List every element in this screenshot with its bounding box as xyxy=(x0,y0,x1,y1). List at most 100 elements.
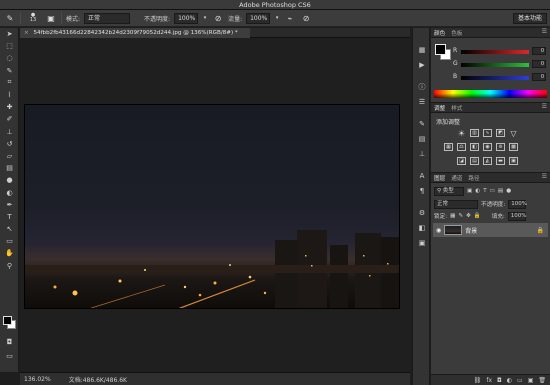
type-tool-icon[interactable]: T xyxy=(0,211,19,223)
panel-menu-icon[interactable]: ☰ xyxy=(542,103,547,110)
brush-presets-panel-icon[interactable]: ▤ xyxy=(413,133,431,145)
filter-toggle-icon[interactable]: ● xyxy=(506,188,511,194)
document-tab[interactable]: × 54fbb2fb43166d22842342b24d2309f79052d2… xyxy=(20,28,250,38)
document-size-info[interactable]: 文档:486.6K/486.6K xyxy=(69,375,127,384)
layer-style-icon[interactable]: fx xyxy=(486,377,492,384)
history-brush-tool-icon[interactable]: ↺ xyxy=(0,138,19,150)
levels-icon[interactable]: ▥ xyxy=(470,129,479,137)
lock-pixels-icon[interactable]: ✎ xyxy=(458,213,463,219)
tab-swatches[interactable]: 色板 xyxy=(451,29,462,37)
delete-layer-icon[interactable]: 🗑 xyxy=(538,377,546,384)
foreground-color-swatch[interactable] xyxy=(3,316,12,325)
opacity-input[interactable]: 100% xyxy=(174,12,199,24)
gradient-tool-icon[interactable]: ▤ xyxy=(0,162,19,174)
workspace-switcher[interactable]: 基本功能 xyxy=(512,13,547,24)
airbrush-icon[interactable]: ⌁ xyxy=(284,13,296,24)
blend-mode-select[interactable]: 正常 xyxy=(434,199,478,209)
properties-panel-icon[interactable]: ☰ xyxy=(413,96,431,108)
brush-tool-icon[interactable]: ✐ xyxy=(0,113,19,125)
fill-input[interactable]: 100% xyxy=(507,211,527,221)
crop-tool-icon[interactable]: ⌗ xyxy=(0,77,19,89)
healing-brush-tool-icon[interactable]: ✚ xyxy=(0,101,19,113)
paragraph-panel-icon[interactable]: ¶ xyxy=(413,185,431,197)
close-tab-icon[interactable]: × xyxy=(24,30,29,36)
info-panel-icon[interactable]: ⓘ xyxy=(413,81,431,93)
green-slider[interactable] xyxy=(461,63,529,67)
tab-channels[interactable]: 通道 xyxy=(451,174,462,182)
character-panel-icon[interactable]: A xyxy=(413,170,431,182)
clone-stamp-tool-icon[interactable]: ⊥ xyxy=(0,126,19,138)
eyedropper-tool-icon[interactable]: ⌇ xyxy=(0,89,19,101)
new-group-icon[interactable]: ▭ xyxy=(517,377,523,384)
3d-panel-icon[interactable]: ▣ xyxy=(413,237,431,249)
zoom-level[interactable]: 136.02% xyxy=(24,376,51,383)
zoom-tool-icon[interactable]: ⚲ xyxy=(0,260,19,272)
flow-input[interactable]: 100% xyxy=(246,12,271,24)
dodge-tool-icon[interactable]: ◐ xyxy=(0,186,19,198)
quick-select-tool-icon[interactable]: ✎ xyxy=(0,65,19,77)
layer-opacity-input[interactable]: 100% xyxy=(508,199,527,209)
curves-icon[interactable]: ∿ xyxy=(483,129,492,137)
color-spectrum-ramp[interactable] xyxy=(434,90,547,98)
flow-dropdown-icon[interactable]: ▾ xyxy=(274,13,280,24)
photo-filter-icon[interactable]: ◉ xyxy=(483,143,492,151)
pressure-opacity-icon[interactable]: ⊘ xyxy=(212,13,224,24)
tool-presets-panel-icon[interactable]: ⚙ xyxy=(413,207,431,219)
new-layer-icon[interactable]: ▣ xyxy=(528,377,534,384)
threshold-icon[interactable]: ◭ xyxy=(483,157,492,165)
lock-all-icon[interactable]: 🔒 xyxy=(474,213,481,219)
layer-name[interactable]: 背景 xyxy=(465,226,477,235)
clone-source-panel-icon[interactable]: ⊥ xyxy=(413,148,431,160)
blue-value-input[interactable]: 0 xyxy=(532,73,546,81)
panel-menu-icon[interactable]: ☰ xyxy=(542,28,547,35)
history-panel-icon[interactable]: ▦ xyxy=(413,44,431,56)
shape-tool-icon[interactable]: ▭ xyxy=(0,235,19,247)
visibility-eye-icon[interactable]: ◉ xyxy=(436,227,441,234)
path-select-tool-icon[interactable]: ↖ xyxy=(0,223,19,235)
link-layers-icon[interactable]: ⛓ xyxy=(474,377,482,384)
quick-mask-icon[interactable]: ◘ xyxy=(0,336,19,348)
canvas-area[interactable] xyxy=(20,38,410,372)
channel-mixer-icon[interactable]: ⊚ xyxy=(496,143,505,151)
color-balance-icon[interactable]: ⚖ xyxy=(457,143,466,151)
brush-panel-toggle-icon[interactable]: ▣ xyxy=(45,13,57,24)
marquee-tool-icon[interactable]: ⬚ xyxy=(0,40,19,52)
panel-menu-icon[interactable]: ☰ xyxy=(542,173,547,180)
exposure-icon[interactable]: ◩ xyxy=(496,129,505,137)
hue-saturation-icon[interactable]: ▦ xyxy=(444,143,453,151)
filter-adjustment-icon[interactable]: ◐ xyxy=(475,188,480,194)
layer-comps-panel-icon[interactable]: ◧ xyxy=(413,222,431,234)
selective-color-icon[interactable]: ▣ xyxy=(509,157,518,165)
brush-preset-icon[interactable]: ✎ xyxy=(4,13,16,24)
vibrance-icon[interactable]: ▽ xyxy=(509,129,518,138)
move-tool-icon[interactable]: ➤ xyxy=(0,28,19,40)
mode-select[interactable]: 正常 xyxy=(84,12,131,24)
brush-panel-icon[interactable]: ✎ xyxy=(413,118,431,130)
green-value-input[interactable]: 0 xyxy=(532,60,546,68)
invert-icon[interactable]: ◪ xyxy=(457,157,466,165)
panel-foreground-swatch[interactable] xyxy=(435,44,446,55)
tab-adjustments[interactable]: 调整 xyxy=(434,104,445,112)
screen-mode-icon[interactable]: ▭ xyxy=(0,350,19,362)
eraser-tool-icon[interactable]: ▱ xyxy=(0,150,19,162)
blur-tool-icon[interactable]: ● xyxy=(0,174,19,186)
blue-slider[interactable] xyxy=(461,76,529,80)
lasso-tool-icon[interactable]: ◌ xyxy=(0,52,19,64)
filter-type-icon[interactable]: T xyxy=(483,188,486,194)
color-lookup-icon[interactable]: ▩ xyxy=(509,143,518,151)
tab-color[interactable]: 颜色 xyxy=(434,29,445,37)
document-image[interactable] xyxy=(24,104,400,309)
brush-size-picker[interactable]: ● 13 xyxy=(25,13,41,24)
filter-shape-icon[interactable]: ▭ xyxy=(490,188,495,194)
tab-paths[interactable]: 路径 xyxy=(468,174,479,182)
new-adjustment-layer-icon[interactable]: ◐ xyxy=(507,377,512,384)
add-mask-icon[interactable]: ◘ xyxy=(497,377,502,384)
pressure-size-icon[interactable]: ⊘ xyxy=(300,13,312,24)
tab-styles[interactable]: 样式 xyxy=(451,104,462,112)
posterize-icon[interactable]: ▤ xyxy=(470,157,479,165)
opacity-dropdown-icon[interactable]: ▾ xyxy=(202,13,208,24)
lock-transparency-icon[interactable]: ▦ xyxy=(450,213,455,219)
filter-pixel-icon[interactable]: ▣ xyxy=(467,188,472,194)
hand-tool-icon[interactable]: ✋ xyxy=(0,247,19,259)
red-value-input[interactable]: 0 xyxy=(532,47,546,55)
